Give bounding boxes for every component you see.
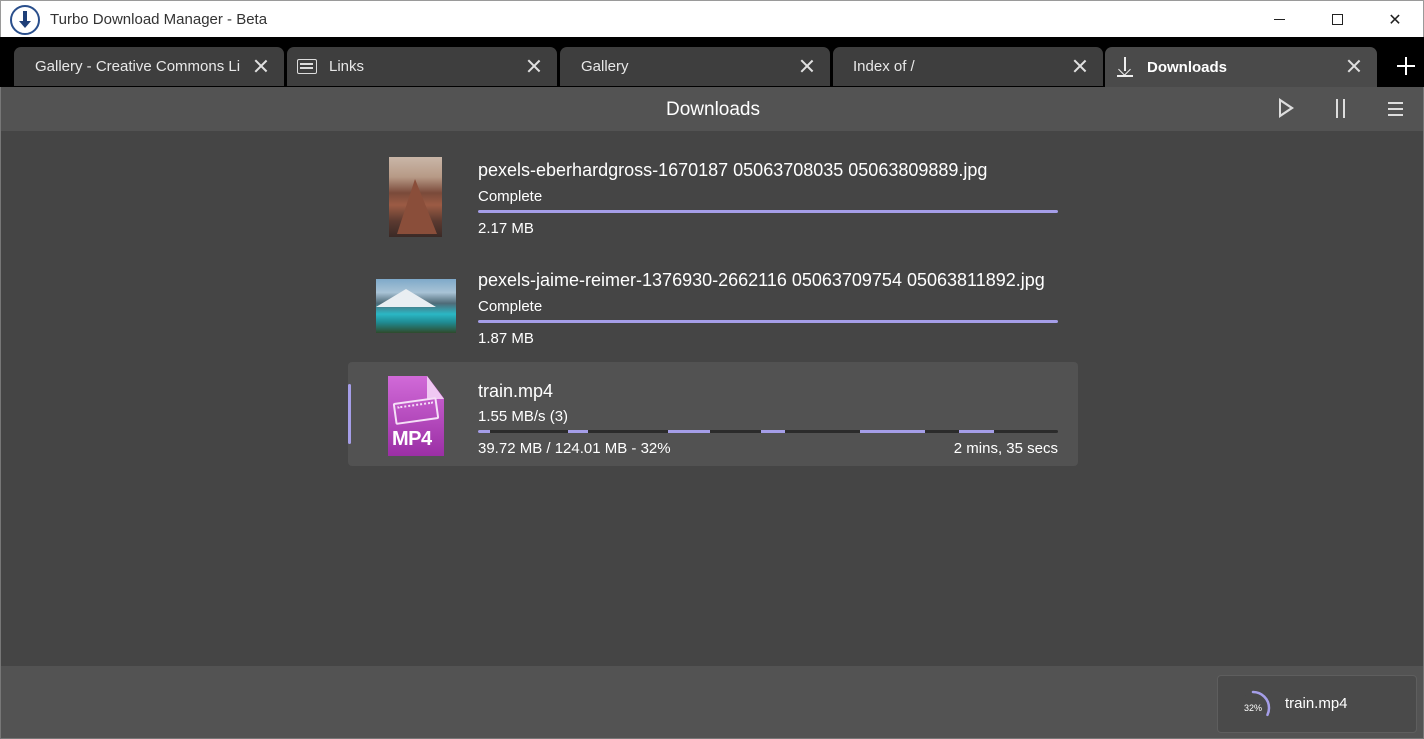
file-type-label: MP4 [392, 428, 432, 450]
download-eta: 2 mins, 35 secs [953, 440, 1058, 457]
tab-label: Gallery [581, 58, 629, 75]
tab-close-icon[interactable] [252, 57, 270, 75]
app-download-icon [10, 5, 40, 35]
title-bar: Turbo Download Manager - Beta ✕ [0, 0, 1424, 37]
progress-fill [478, 210, 1058, 213]
download-status: Complete [478, 188, 543, 205]
download-filename: train.mp4 [478, 381, 554, 401]
segment-fill [761, 430, 785, 433]
download-status: Complete [478, 298, 543, 315]
new-tab-plus-icon[interactable] [1394, 55, 1418, 79]
segment-fill [860, 430, 925, 433]
segment-fill [668, 430, 710, 433]
window-title: Turbo Download Manager - Beta [50, 11, 268, 28]
download-icon [1117, 57, 1133, 77]
tab-close-icon[interactable] [798, 57, 816, 75]
play-icon[interactable] [1271, 95, 1301, 123]
selection-indicator [348, 384, 351, 444]
download-item-selected[interactable]: MP4 train.mp4 1.55 MB/s (3) 39.72 MB / 1… [348, 362, 1078, 466]
bottom-status-bar: 32% train.mp4 [0, 666, 1424, 739]
download-size: 1.87 MB [478, 330, 534, 347]
tab-gallery[interactable]: Gallery [560, 47, 830, 86]
segment-fill [478, 430, 490, 433]
download-item[interactable]: pexels-eberhardgross-1670187 05063708035… [348, 131, 1078, 237]
links-icon [297, 59, 317, 74]
segment-fill [959, 430, 994, 433]
segmented-progress-bar [478, 430, 1058, 433]
tab-label: Links [329, 58, 365, 75]
tab-close-icon[interactable] [525, 57, 543, 75]
page-title: Downloads [666, 99, 760, 120]
menu-icon[interactable] [1381, 95, 1411, 123]
minimize-icon [1273, 19, 1285, 20]
maximize-icon [1331, 14, 1343, 25]
tab-label: Downloads [1147, 58, 1228, 76]
progress-percent: 32% [1243, 703, 1262, 713]
downloads-list: pexels-eberhardgross-1670187 05063708035… [0, 131, 1424, 666]
download-item[interactable]: pexels-jaime-reimer-1376930-2662116 0506… [348, 241, 1078, 347]
tab-label: Gallery - Creative Commons Li [35, 58, 240, 75]
close-icon: ✕ [1388, 11, 1402, 29]
active-download-card[interactable]: 32% train.mp4 [1217, 675, 1417, 733]
segment-fill [568, 430, 588, 433]
mp4-file-icon: MP4 [388, 376, 444, 456]
pause-icon[interactable] [1326, 95, 1356, 123]
progress-fill [478, 320, 1058, 323]
tab-close-icon[interactable] [1345, 57, 1363, 75]
close-window-button[interactable]: ✕ [1367, 1, 1423, 38]
progress-ring: 32% [1234, 689, 1272, 727]
tab-index-of[interactable]: Index of / [833, 47, 1103, 86]
download-filename: pexels-eberhardgross-1670187 05063708035… [478, 160, 988, 180]
progress-bar [478, 320, 1058, 323]
tab-label: Index of / [853, 58, 915, 75]
download-speed: 1.55 MB/s (3) [478, 408, 569, 425]
download-filename: pexels-jaime-reimer-1376930-2662116 0506… [478, 270, 1045, 290]
minimize-button[interactable] [1251, 1, 1307, 38]
download-size: 2.17 MB [478, 220, 534, 237]
progress-bar [478, 210, 1058, 213]
active-download-name: train.mp4 [1285, 695, 1348, 712]
tab-downloads[interactable]: Downloads [1105, 47, 1377, 87]
tab-gallery-creative-commons[interactable]: Gallery - Creative Commons Li [14, 47, 284, 86]
mountain-image-thumbnail [389, 157, 442, 237]
lake-image-thumbnail [376, 279, 456, 333]
tab-strip: Gallery - Creative Commons Li Links Gall… [0, 37, 1424, 87]
maximize-button[interactable] [1309, 1, 1365, 38]
tab-links[interactable]: Links [287, 47, 557, 86]
tab-close-icon[interactable] [1071, 57, 1089, 75]
downloads-toolbar: Downloads [0, 87, 1424, 131]
download-size: 39.72 MB / 124.01 MB - 32% [478, 440, 671, 457]
